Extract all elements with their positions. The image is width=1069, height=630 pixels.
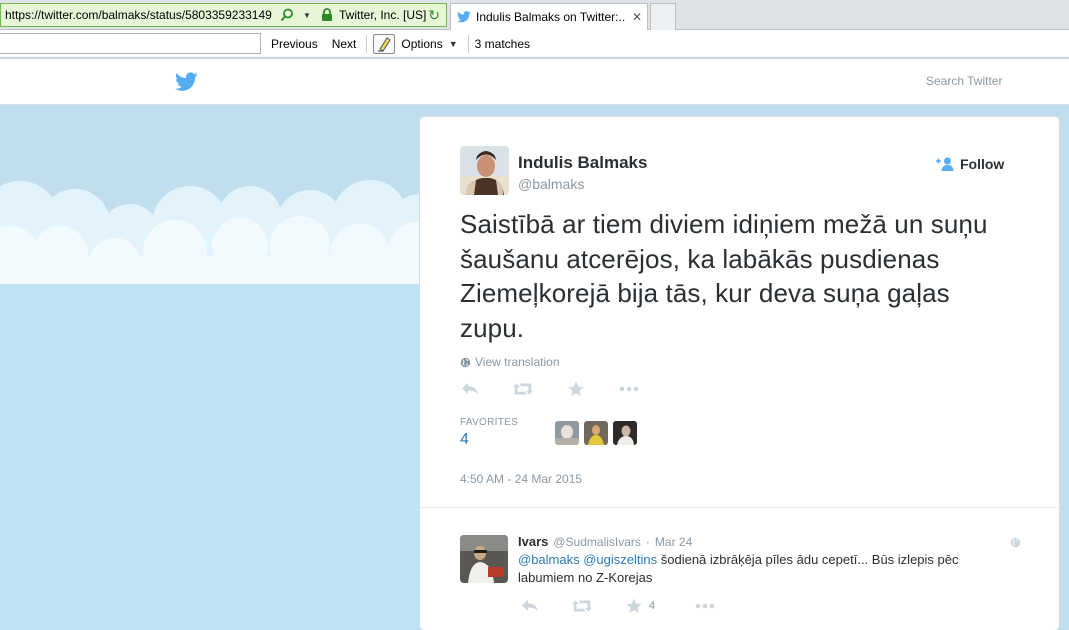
find-next-button[interactable]: Next [332,37,357,51]
tab-title: Indulis Balmaks on Twitter:... [476,10,626,24]
new-tab-button[interactable] [650,3,676,30]
reply-separator: · [645,535,650,549]
globe-icon [1010,537,1021,548]
find-separator [467,34,469,53]
dropdown-arrow-icon[interactable]: ▼ [299,7,315,23]
find-bar: Previous Next Options ▼ 3 matches [0,30,1069,58]
follow-button[interactable]: Follow [935,156,1004,172]
site-identity[interactable]: Twitter, Inc. [US] [339,8,426,22]
author-fullname[interactable]: Indulis Balmaks [518,153,647,173]
find-previous-button[interactable]: Previous [271,37,318,51]
divider [420,507,1059,508]
refresh-icon[interactable]: ↻ [428,7,440,24]
tweet-text: Saistībā ar tiem diviem idiņiem mežā un … [460,209,988,343]
reply-author-handle[interactable]: @SudmalisIvars [553,535,641,549]
favorite-star-icon[interactable] [566,381,586,397]
close-tab-icon[interactable]: ✕ [632,10,642,24]
reply-timestamp[interactable]: Mar 24 [655,535,692,549]
favoriter-avatar[interactable] [555,421,579,445]
reply-header: Ivars @SudmalisIvars · Mar 24 [518,534,692,549]
reply-mention-ugiszeltins[interactable]: @ugiszeltins [583,552,657,567]
tweet-timestamp[interactable]: 4:50 AM - 24 Mar 2015 [460,472,582,486]
author-screenname[interactable]: @balmaks [518,176,584,192]
highlight-marker-icon[interactable] [373,33,396,54]
favorites-count[interactable]: 4 [460,431,469,449]
reply-mention-balmaks[interactable]: @balmaks [518,552,580,567]
reply-author-name[interactable]: Ivars [518,534,548,549]
address-bar[interactable]: https://twitter.com/balmaks/status/58033… [0,3,447,27]
more-options-icon[interactable] [695,598,715,614]
tweet-card: Indulis Balmaks @balmaks Follow Saistībā… [419,116,1060,630]
reply-avatar[interactable] [460,535,508,583]
search-icon[interactable] [279,7,295,23]
twitter-bird-icon [457,11,471,23]
reply-icon[interactable] [520,598,540,614]
avatar[interactable] [460,146,509,195]
reply-icon[interactable] [460,381,480,397]
favoriter-avatar[interactable] [584,421,608,445]
find-input[interactable] [0,33,261,54]
more-options-icon[interactable] [619,381,639,397]
tweet-actions [460,381,672,397]
favoriter-avatars [555,421,642,445]
retweet-icon[interactable] [572,598,592,614]
search-twitter-input[interactable]: Search Twitter [926,74,1002,88]
favoriter-avatar[interactable] [613,421,637,445]
lock-icon[interactable] [319,7,335,23]
favorite-star-icon[interactable] [624,598,644,614]
find-separator [366,34,368,53]
reply-text: @balmaks @ugiszeltins šodienā izbrāķēja … [518,551,1008,587]
reply-actions: 4 [520,598,747,614]
twitter-header: Search Twitter [0,59,1069,105]
follow-button-label: Follow [960,156,1005,172]
follow-user-icon [936,157,954,171]
options-caret-icon[interactable]: ▼ [449,39,458,49]
reply-favorite-count: 4 [649,600,656,612]
globe-icon [460,357,471,367]
retweet-icon[interactable] [513,381,533,397]
find-options-button[interactable]: Options [401,37,442,51]
cloud-background [0,106,420,630]
find-matches-count: 3 matches [474,36,531,51]
view-translation-link[interactable]: View translation [460,355,560,369]
browser-toolbar: https://twitter.com/balmaks/status/58033… [0,0,1069,30]
favorites-label: FAVORITES [460,417,519,428]
twitter-logo-icon[interactable] [175,72,198,92]
browser-tab-active[interactable]: Indulis Balmaks on Twitter:... ✕ [450,3,648,30]
view-translation-label: View translation [475,355,560,369]
address-url[interactable]: https://twitter.com/balmaks/status/58033… [1,8,277,22]
